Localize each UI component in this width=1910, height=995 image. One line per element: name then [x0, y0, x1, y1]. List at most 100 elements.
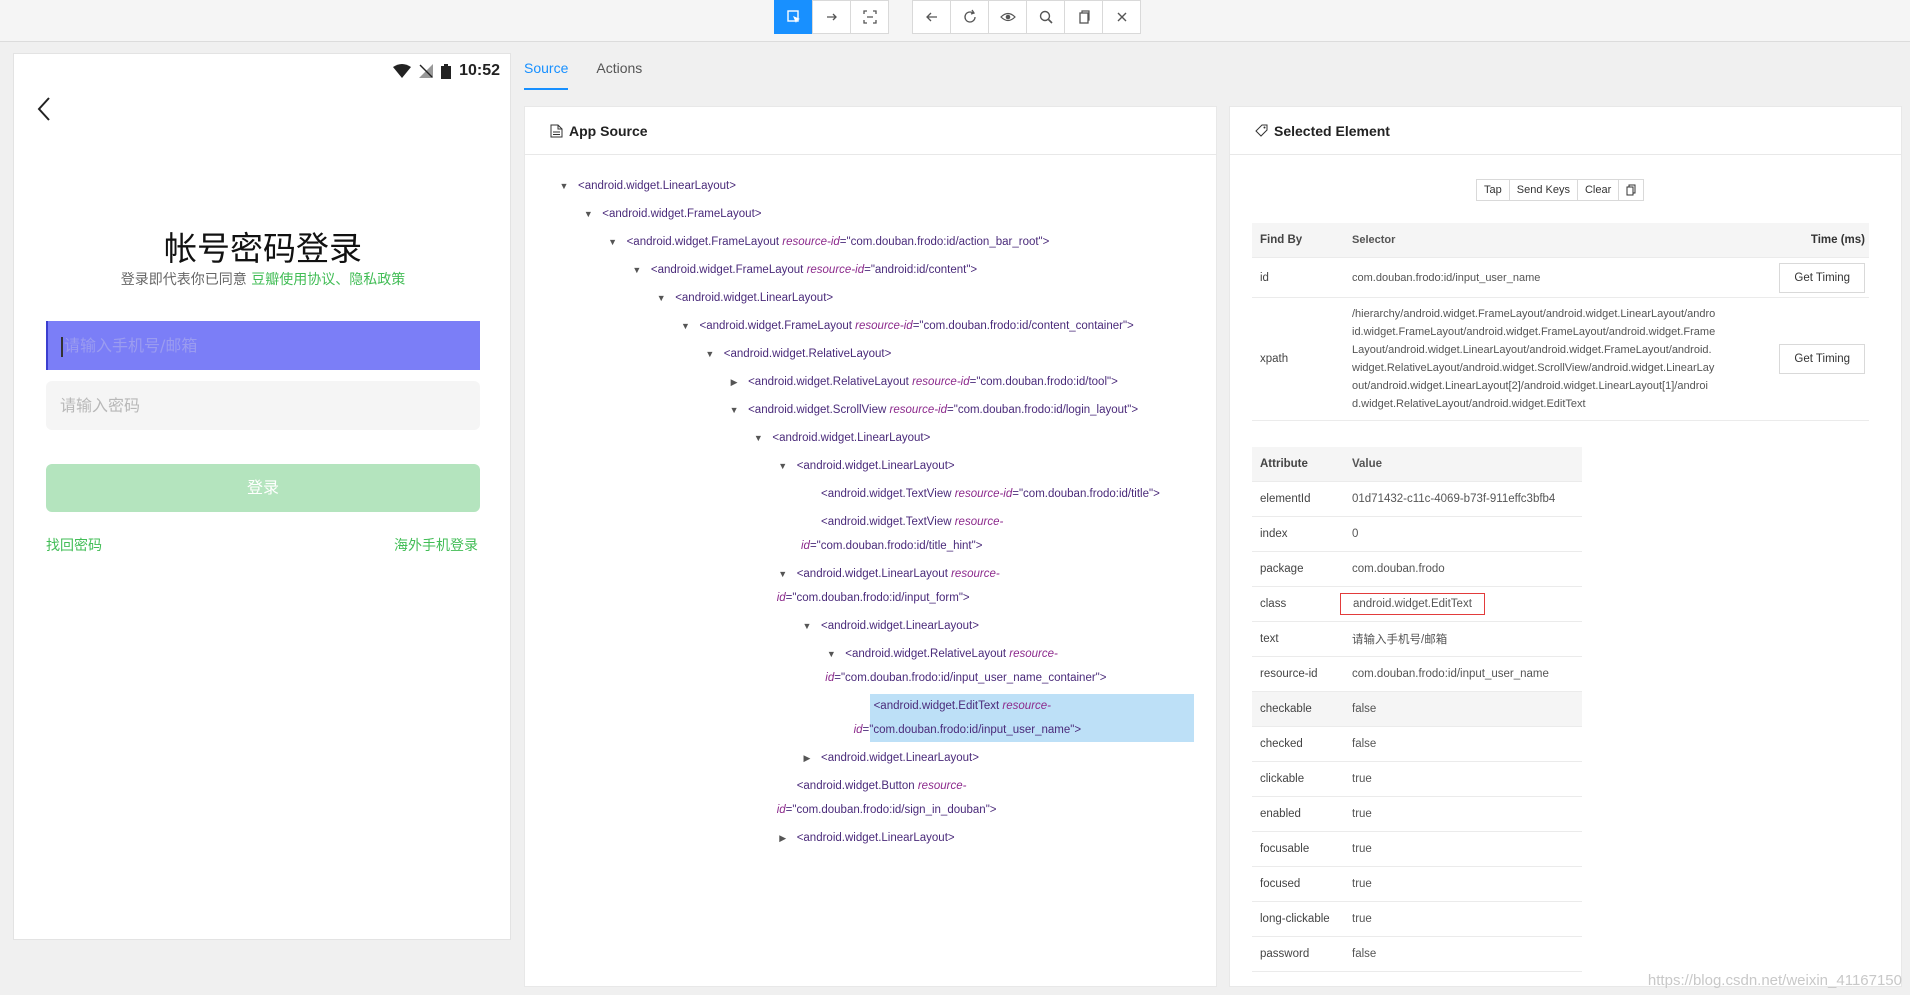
device-screenshot[interactable]: 10:52 帐号密码登录 登录即代表你已同意 豆瓣使用协议、隐私政策 请输入手机… — [13, 53, 511, 940]
node-line: <android.widget.LinearLayout> — [797, 454, 955, 478]
tree-node[interactable]: <android.widget.TextView resource-id="co… — [821, 482, 1160, 506]
app-source-header: App Source — [525, 107, 1216, 155]
select-element-button[interactable] — [774, 0, 813, 34]
attribute-name: long-clickable — [1260, 913, 1330, 925]
back-button[interactable] — [912, 0, 951, 34]
tree-node[interactable]: ▼ <android.widget.RelativeLayout resource… — [825, 642, 1106, 690]
node-line: <android.widget.TextView resource- — [821, 510, 1003, 534]
tab-actions[interactable]: Actions — [596, 60, 642, 90]
caret-down-icon[interactable]: ▼ — [825, 642, 837, 666]
caret-down-icon[interactable]: ▼ — [655, 286, 667, 310]
back-arrow-icon[interactable] — [32, 94, 58, 124]
node-line-continued: id="com.douban.frodo:id/input_form"> — [777, 586, 1000, 610]
username-input[interactable]: 请输入手机号/邮箱 — [46, 321, 480, 370]
caret-down-icon[interactable]: ▼ — [582, 202, 594, 226]
caret-down-icon[interactable]: ▼ — [558, 174, 570, 198]
tree-node[interactable]: <android.widget.Button resource-id="com.… — [777, 774, 997, 822]
node-tag: <android.widget.LinearLayout> — [821, 752, 979, 764]
caret-down-icon[interactable]: ▼ — [777, 454, 789, 478]
node-attr-name: id — [776, 592, 786, 604]
tree-node[interactable]: ▶ <android.widget.LinearLayout> — [804, 746, 979, 770]
forgot-password-link[interactable]: 找回密码 — [46, 535, 102, 555]
password-input[interactable]: 请输入密码 — [46, 381, 480, 430]
caret-down-icon[interactable]: ▼ — [631, 258, 643, 282]
tab-source[interactable]: Source — [524, 60, 569, 90]
quit-session-button[interactable] — [1102, 0, 1141, 34]
caret-down-icon[interactable]: ▼ — [801, 614, 813, 638]
app-source-title: App Source — [569, 122, 648, 139]
node-line: <android.widget.RelativeLayout resource- — [845, 642, 1106, 666]
get-timing-button[interactable]: Get Timing — [1779, 344, 1865, 374]
tree-node[interactable]: ▼ <android.widget.LinearLayout> — [657, 286, 833, 310]
caret-right-icon[interactable]: ▶ — [728, 370, 740, 394]
overseas-login-link[interactable]: 海外手机登录 — [394, 535, 478, 555]
copy-xml-button[interactable] — [1064, 0, 1103, 34]
tap-button[interactable]: Tap — [1476, 179, 1510, 201]
node-attr-value: "com.douban.frodo:id/input_user_name_con… — [840, 672, 1107, 684]
attribute-row: password false — [1252, 937, 1582, 972]
tree-node[interactable]: ▼ <android.widget.LinearLayout resource-i… — [777, 562, 1000, 610]
attribute-row: checkable false — [1252, 692, 1582, 727]
tap-coordinates-button[interactable] — [850, 0, 889, 34]
refresh-button[interactable] — [950, 0, 989, 34]
tree-node[interactable]: <android.widget.TextView resource-id="co… — [801, 510, 1003, 558]
selected-element-title: Selected Element — [1274, 122, 1390, 139]
attribute-name: resource-id — [1260, 668, 1318, 680]
toggle-visibility-button[interactable] — [988, 0, 1027, 34]
attribute-value: false — [1352, 738, 1377, 750]
xpath-line: widget.RelativeLayout/android.widget.Scr… — [1352, 362, 1715, 374]
tree-node[interactable]: ▼ <android.widget.LinearLayout> — [754, 426, 930, 450]
attribute-row: class android.widget.EditText — [1252, 587, 1582, 622]
agreement-link[interactable]: 豆瓣使用协议、隐私政策 — [251, 272, 405, 288]
tree-node[interactable]: ▼ <android.widget.FrameLayout resource-id… — [681, 314, 1134, 338]
tree-node[interactable]: ▼ <android.widget.FrameLayout> — [584, 202, 762, 226]
copy-attributes-button[interactable] — [1618, 179, 1645, 201]
swipe-button[interactable] — [812, 0, 851, 34]
attribute-name: clickable — [1260, 773, 1305, 785]
node-line: <android.widget.Button resource- — [797, 774, 997, 798]
node-tag: <android.widget.RelativeLayout — [748, 376, 913, 388]
caret-down-icon[interactable]: ▼ — [704, 342, 716, 366]
time-header: Time (ms) — [1810, 234, 1865, 246]
watermark: https://blog.csdn.net/weixin_41167150 — [1647, 972, 1902, 989]
caret-down-icon[interactable]: ▼ — [752, 426, 764, 450]
node-tag: <android.widget.FrameLayout — [650, 264, 807, 276]
login-button[interactable]: 登录 — [46, 464, 480, 512]
tree-node[interactable]: ▶ <android.widget.RelativeLayout resource… — [731, 370, 1118, 394]
get-timing-button[interactable]: Get Timing — [1779, 262, 1865, 293]
tree-node[interactable]: ▼ <android.widget.ScrollView resource-id=… — [730, 398, 1139, 422]
caret-right-icon[interactable]: ▶ — [777, 826, 789, 850]
equals-sign: = — [809, 540, 817, 552]
tree-node[interactable]: ▼ <android.widget.FrameLayout resource-id… — [608, 230, 1049, 254]
attribute-value: com.douban.frodo:id/input_user_name — [1352, 668, 1549, 680]
caret-down-icon[interactable]: ▼ — [680, 314, 692, 338]
attribute-value: 01d71432-c11c-4069-b73f-911effc3bfb4 — [1352, 493, 1556, 505]
caret-right-icon[interactable]: ▶ — [801, 746, 813, 770]
attribute-row: resource-id com.douban.frodo:id/input_use… — [1252, 657, 1582, 692]
tree-node-selected[interactable]: <android.widget.EditText resource-id="co… — [854, 694, 1194, 742]
tree-node[interactable]: ▼ <android.widget.RelativeLayout> — [705, 342, 892, 366]
tree-node[interactable]: ▼ <android.widget.FrameLayout resource-id… — [632, 258, 977, 282]
attribute-name: checkable — [1260, 703, 1312, 715]
node-attr-value: "com.douban.frodo:id/sign_in_douban"> — [792, 804, 997, 816]
node-line: <android.widget.RelativeLayout> — [724, 342, 892, 366]
tree-node[interactable]: ▼ <android.widget.LinearLayout> — [778, 454, 955, 478]
tree-node[interactable]: ▼ <android.widget.LinearLayout> — [803, 614, 979, 638]
timing-cell: Get Timing — [1752, 344, 1869, 374]
caret-down-icon[interactable]: ▼ — [777, 562, 789, 586]
node-attr-name: resource-id — [889, 404, 948, 416]
tree-node[interactable]: ▼ <android.widget.LinearLayout> — [560, 174, 736, 198]
node-attr-value: "com.douban.frodo:id/login_layout"> — [953, 404, 1139, 416]
tree-node[interactable]: ▶ <android.widget.LinearLayout> — [779, 826, 954, 850]
clear-button[interactable]: Clear — [1576, 179, 1620, 201]
search-button[interactable] — [1026, 0, 1065, 34]
attribute-row: long-clickable true — [1252, 902, 1582, 937]
node-attr-value: "com.douban.frodo:id/input_form"> — [792, 592, 970, 604]
caret-down-icon[interactable]: ▼ — [607, 230, 619, 254]
copy-icon — [1626, 184, 1636, 196]
attribute-value: false — [1352, 703, 1377, 715]
login-title: 帐号密码登录 — [164, 229, 362, 268]
caret-down-icon[interactable]: ▼ — [728, 398, 740, 422]
send-keys-button[interactable]: Send Keys — [1508, 179, 1578, 201]
equals-sign: = — [839, 236, 847, 248]
